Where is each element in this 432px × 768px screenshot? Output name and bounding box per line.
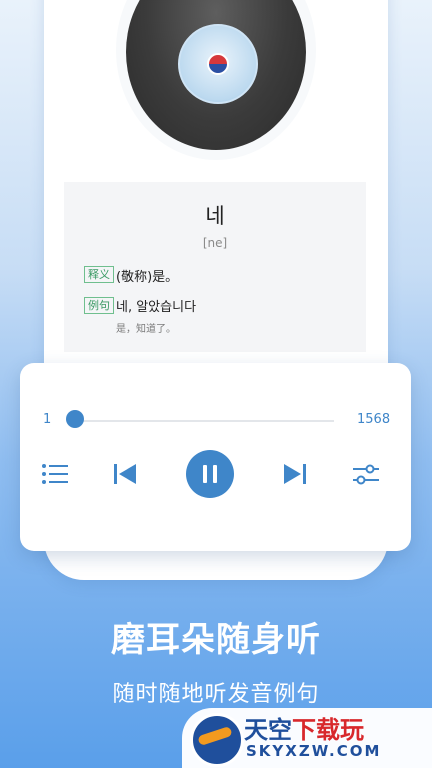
settings-button[interactable] [350,460,382,488]
word-card: 네 [ne] 释义 (敬称)是。 例句 네, 알았습니다 是，知道了。 [64,182,366,352]
skip-previous-icon [114,464,136,484]
skip-next-icon [284,464,306,484]
playlist-icon [42,464,68,484]
previous-button[interactable] [110,460,140,488]
pause-icon [203,465,217,483]
promo-subline: 随时随地听发音例句 [112,682,320,707]
example-translation: 是，知道了。 [116,324,176,335]
progress-knob[interactable] [66,410,84,428]
watermark-url: SKYXZW.COM [246,742,382,760]
definition-text: (敬称)是。 [116,270,179,285]
current-index: 1 [43,412,52,427]
word-title: 네 [205,204,225,228]
watermark-title: 天空下载玩 [244,710,364,745]
example-tag: 例句 [84,297,114,314]
example-text: 네, 알았습니다 [116,300,197,315]
next-button[interactable] [280,460,310,488]
definition-tag: 释义 [84,266,114,283]
progress-track[interactable] [74,420,334,422]
watermark-title-red: 下载玩 [292,716,364,744]
equalizer-settings-icon [353,464,379,485]
korea-flag-icon [207,53,229,75]
pause-button[interactable] [186,450,234,498]
playlist-button[interactable] [40,460,70,488]
word-phonetic: [ne] [202,236,228,250]
total-count: 1568 [357,412,391,427]
watermark-title-blue: 天空 [244,716,292,744]
promo-headline: 磨耳朵随身听 [111,620,321,660]
